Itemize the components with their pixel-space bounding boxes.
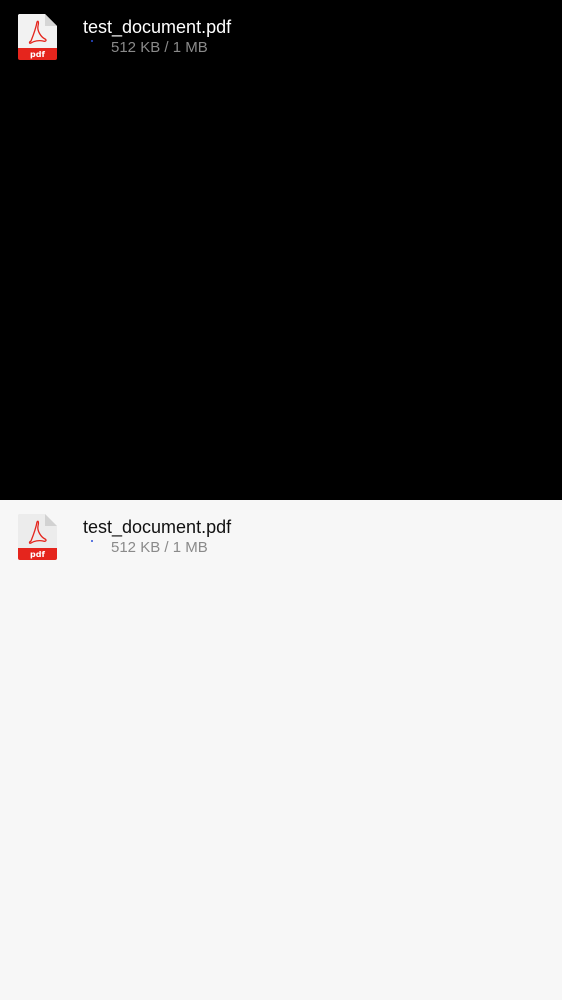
progress-indicator	[91, 540, 93, 542]
download-panel-dark: pdf test_document.pdf 512 KB / 1 MB	[0, 0, 562, 500]
pdf-file-icon: pdf	[18, 14, 57, 60]
download-item[interactable]: pdf test_document.pdf 512 KB / 1 MB	[0, 500, 562, 570]
file-name: test_document.pdf	[83, 17, 232, 37]
file-size-progress: 512 KB / 1 MB	[111, 539, 208, 556]
pdf-file-icon: pdf	[18, 514, 57, 560]
download-panel-light: pdf test_document.pdf 512 KB / 1 MB	[0, 500, 562, 1000]
pdf-icon-label: pdf	[30, 50, 45, 59]
file-name: test_document.pdf	[83, 517, 232, 537]
pdf-icon-label: pdf	[30, 550, 45, 559]
download-item[interactable]: pdf test_document.pdf 512 KB / 1 MB	[0, 0, 562, 70]
file-size-progress: 512 KB / 1 MB	[111, 39, 208, 56]
progress-indicator	[91, 40, 93, 42]
